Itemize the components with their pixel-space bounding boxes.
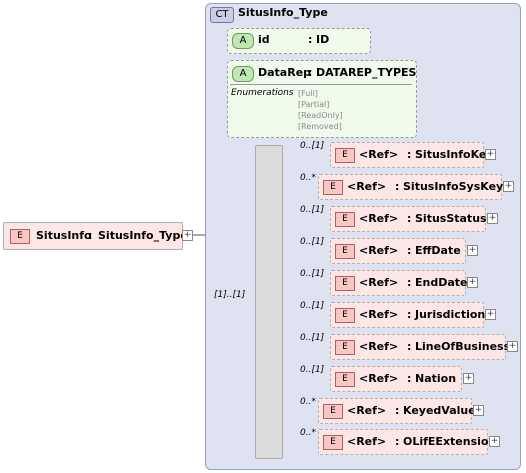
element-name: SitusInfoSysKey <box>403 180 504 193</box>
enum-value: [Partial] <box>298 100 330 109</box>
element-name: KeyedValue <box>403 404 476 417</box>
element-ref: <Ref> <box>359 276 399 289</box>
element-name: Nation <box>415 372 457 385</box>
element-ref: <Ref> <box>359 244 399 257</box>
element-nation[interactable]: E <Ref>: Nation <box>330 366 462 392</box>
element-ref: <Ref> <box>359 308 399 321</box>
attribute-name: id <box>258 33 270 46</box>
element-tag: E <box>323 404 343 419</box>
root-collapse-toggle[interactable]: + <box>182 230 193 241</box>
element-tag: E <box>323 180 343 195</box>
element-tag: E <box>335 372 355 387</box>
element-name: Jurisdiction <box>415 308 486 321</box>
expand-toggle[interactable]: + <box>467 245 478 256</box>
element-name: EffDate <box>415 244 461 257</box>
attribute-name: DataRep <box>258 66 312 79</box>
element-colon: : <box>407 276 412 289</box>
root-separator: : <box>88 229 93 242</box>
expand-toggle[interactable]: + <box>485 309 496 320</box>
element-colon: : <box>407 244 412 257</box>
expand-toggle[interactable]: + <box>503 181 514 192</box>
element-situsstatus[interactable]: E <Ref>: SitusStatus <box>330 206 487 232</box>
element-ref: <Ref> <box>359 340 399 353</box>
root-name: SitusInfo <box>36 229 92 242</box>
element-cardinality: 0..[1] <box>300 365 325 375</box>
element-name: LineOfBusiness <box>415 340 511 353</box>
divider <box>230 84 412 85</box>
element-ref: <Ref> <box>347 404 387 417</box>
element-colon: : <box>407 372 412 385</box>
element-tag: E <box>335 340 355 355</box>
element-cardinality: 0..[1] <box>300 205 325 215</box>
element-cardinality: 0..[1] <box>300 141 325 151</box>
attribute-datarep[interactable]: A DataRep : DATAREP_TYPES Enumerations [… <box>227 60 417 138</box>
element-tag: E <box>335 212 355 227</box>
element-ref: <Ref> <box>347 435 387 448</box>
complex-type-tag: CT <box>210 7 234 23</box>
enum-value: [Removed] <box>298 122 342 131</box>
root-element[interactable]: E SitusInfo : SitusInfo_Type <box>3 222 188 250</box>
element-tag: E <box>335 308 355 323</box>
element-situsinfokey[interactable]: E <Ref>: SitusInfoKey <box>330 142 494 168</box>
element-keyedvalue[interactable]: E <Ref>: KeyedValue <box>318 398 476 424</box>
expand-toggle[interactable]: + <box>507 341 518 352</box>
element-ref: <Ref> <box>359 212 399 225</box>
expand-toggle[interactable]: + <box>463 373 474 384</box>
element-cardinality: 0..* <box>300 173 316 183</box>
element-ref: <Ref> <box>347 180 387 193</box>
attribute-colon: : <box>308 66 313 79</box>
root-type: SitusInfo_Type <box>98 229 188 242</box>
element-name: OLifEExtension <box>403 435 497 448</box>
element-enddate[interactable]: E <Ref>: EndDate <box>330 270 468 296</box>
complex-type-title: SitusInfo_Type <box>238 6 328 19</box>
element-colon: : <box>395 404 400 417</box>
element-tag: E <box>335 244 355 259</box>
element-cardinality: 0..* <box>300 397 316 407</box>
element-colon: : <box>407 148 412 161</box>
expand-toggle[interactable]: + <box>473 405 484 416</box>
element-cardinality: 0..[1] <box>300 237 325 247</box>
element-cardinality: 0..[1] <box>300 269 325 279</box>
attribute-tag: A <box>232 33 254 49</box>
element-colon: : <box>395 180 400 193</box>
element-name: EndDate <box>415 276 468 289</box>
element-colon: : <box>395 435 400 448</box>
sequence-cardinality: [1]..[1] <box>214 290 246 300</box>
enumerations-label: Enumerations <box>231 88 294 98</box>
element-jurisdiction[interactable]: E <Ref>: Jurisdiction <box>330 302 486 328</box>
element-situsinfosyskey[interactable]: E <Ref>: SitusInfoSysKey <box>318 174 504 200</box>
attribute-type: DATAREP_TYPES <box>316 66 417 79</box>
enumeration-list: [Full] [Partial] [ReadOnly] [Removed] <box>298 88 343 132</box>
element-colon: : <box>407 340 412 353</box>
element-cardinality: 0..[1] <box>300 333 325 343</box>
element-lineofbusiness[interactable]: E <Ref>: LineOfBusiness <box>330 334 510 360</box>
element-ref: <Ref> <box>359 148 399 161</box>
element-olifeextension[interactable]: E <Ref>: OLifEExtension <box>318 429 496 455</box>
expand-toggle[interactable]: + <box>485 149 496 160</box>
element-ref: <Ref> <box>359 372 399 385</box>
element-name: SitusInfoKey <box>415 148 494 161</box>
element-colon: : <box>407 308 412 321</box>
expand-toggle[interactable]: + <box>467 277 478 288</box>
element-tag: E <box>335 276 355 291</box>
attribute-colon: : <box>308 33 313 46</box>
element-tag: E <box>10 229 30 244</box>
element-effdate[interactable]: E <Ref>: EffDate <box>330 238 466 264</box>
attribute-id[interactable]: A id : ID <box>227 28 371 54</box>
element-colon: : <box>407 212 412 225</box>
expand-toggle[interactable]: + <box>487 213 498 224</box>
element-tag: E <box>335 148 355 163</box>
element-tag: E <box>323 435 343 450</box>
sequence-compositor[interactable] <box>255 145 283 459</box>
enum-value: [ReadOnly] <box>298 111 343 120</box>
element-cardinality: 0..[1] <box>300 301 325 311</box>
expand-toggle[interactable]: + <box>489 436 500 447</box>
attribute-type: ID <box>316 33 330 46</box>
element-cardinality: 0..* <box>300 428 316 438</box>
enum-value: [Full] <box>298 89 318 98</box>
attribute-tag: A <box>232 66 254 82</box>
element-name: SitusStatus <box>415 212 487 225</box>
